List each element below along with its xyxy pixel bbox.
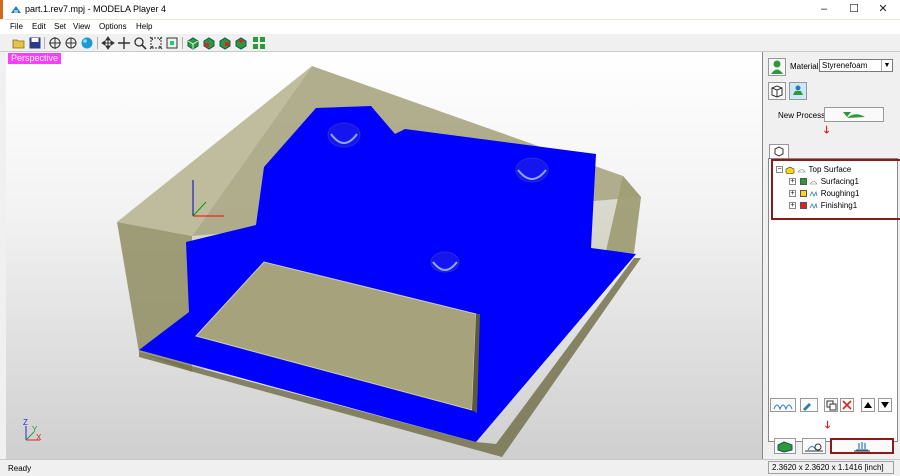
flow-arrow-icon: 🡓 — [825, 420, 831, 431]
toolbar-separator — [97, 37, 98, 49]
toolbar-separator — [44, 37, 45, 49]
view-center-icon[interactable] — [48, 36, 62, 50]
new-process-button[interactable] — [824, 107, 884, 122]
view-front-icon[interactable] — [202, 36, 216, 50]
tree-item-label: Finishing1 — [820, 201, 858, 210]
toolbar-separator — [182, 37, 183, 49]
tree-root-label: Top Surface — [808, 165, 852, 174]
grid-view-icon[interactable] — [252, 36, 266, 50]
edit-process-button[interactable] — [800, 398, 818, 412]
view-top-icon[interactable] — [234, 36, 248, 50]
expand-icon[interactable]: + — [789, 190, 796, 198]
cut-icon — [854, 442, 870, 452]
roughing-icon — [810, 190, 818, 197]
title-bar: part.1.rev7.mpj - MODELA Player 4 – ☐ ✕ — [0, 0, 900, 19]
view-mode-label: Perspective — [8, 53, 62, 64]
material-select[interactable]: Styrenefoam ▼ — [819, 59, 893, 72]
preview-cutting-button[interactable] — [774, 438, 796, 454]
view-side-icon[interactable] — [218, 36, 232, 50]
edit-icon — [803, 403, 811, 411]
expand-icon[interactable]: + — [789, 178, 796, 186]
material-value: Styrenefoam — [822, 61, 868, 70]
surfacing-icon — [809, 181, 818, 185]
app-icon — [10, 4, 22, 17]
new-process-icon — [843, 112, 865, 118]
menu-edit[interactable]: Edit — [32, 22, 46, 31]
fit-icon[interactable] — [149, 36, 163, 50]
menu-help[interactable]: Help — [136, 22, 152, 31]
tree-item-roughing[interactable]: + Roughing1 — [789, 189, 859, 198]
process-checkbox[interactable] — [800, 202, 808, 210]
move-up-button[interactable] — [861, 398, 875, 412]
status-bar: Ready 2.3620 x 2.3620 x 1.1416 [inch] — [0, 459, 900, 476]
tab-process-tree[interactable] — [769, 144, 789, 158]
move-down-button[interactable] — [878, 398, 892, 412]
view-iso-icon[interactable] — [186, 36, 200, 50]
main-toolbar — [0, 34, 900, 52]
model-render — [117, 66, 641, 457]
material-user-icon[interactable] — [768, 58, 786, 76]
cutting-simulation-button[interactable] — [802, 438, 826, 454]
save-icon[interactable] — [28, 36, 42, 50]
copy-icon — [826, 400, 837, 411]
tree-root-row[interactable]: − Top Surface — [776, 165, 852, 175]
3d-viewport[interactable]: Perspective Z Y X — [6, 52, 763, 459]
zoom-icon[interactable] — [133, 36, 147, 50]
menu-options[interactable]: Options — [99, 22, 127, 31]
minimize-button[interactable]: – — [809, 0, 839, 19]
process-checkbox[interactable] — [800, 190, 808, 198]
cut-preview-icon — [777, 441, 793, 453]
stock-box-icon — [785, 166, 795, 175]
menu-bar: File Edit Set View Options Help — [0, 19, 900, 34]
zoom-window-icon[interactable] — [165, 36, 179, 50]
menu-view[interactable]: View — [73, 22, 90, 31]
simulation-icon — [805, 443, 823, 452]
cut-button[interactable] — [830, 438, 894, 454]
delete-icon — [842, 400, 852, 410]
stock-size-readout: 2.3620 x 2.3620 x 1.1416 [inch] — [768, 461, 894, 474]
view-rotate-icon[interactable] — [64, 36, 78, 50]
maximize-button[interactable]: ☐ — [839, 0, 869, 19]
model-box-icon[interactable] — [768, 82, 786, 100]
tree-item-surfacing[interactable]: + Surfacing1 — [789, 177, 859, 186]
menu-set[interactable]: Set — [54, 22, 66, 31]
status-text: Ready — [8, 464, 32, 473]
tree-item-label: Surfacing1 — [820, 177, 859, 186]
expand-icon[interactable]: + — [789, 202, 796, 210]
process-checkbox[interactable] — [800, 178, 808, 186]
collapse-icon[interactable]: − — [776, 166, 783, 174]
surface-icon — [797, 169, 806, 173]
delete-button[interactable] — [840, 398, 854, 412]
material-label: Material — [790, 62, 819, 71]
toolpath-preview-button[interactable] — [770, 398, 796, 412]
axis-triad-icon — [25, 426, 40, 441]
view-sphere-icon[interactable] — [80, 36, 94, 50]
pan-icon[interactable] — [101, 36, 115, 50]
arrow-up-icon — [864, 402, 872, 408]
modeling-icon[interactable] — [789, 82, 807, 100]
open-icon[interactable] — [12, 36, 26, 50]
window-title: part.1.rev7.mpj - MODELA Player 4 — [25, 4, 167, 14]
new-process-label: New Process — [778, 111, 826, 120]
tree-item-finishing[interactable]: + Finishing1 — [789, 201, 857, 210]
copy-button[interactable] — [824, 398, 838, 412]
toolpath-icon — [773, 404, 793, 411]
chevron-down-icon[interactable]: ▼ — [881, 60, 892, 71]
tree-item-label: Roughing1 — [820, 189, 860, 198]
move-icon[interactable] — [117, 36, 131, 50]
finishing-icon — [810, 202, 818, 209]
flow-arrow-icon: 🡓 — [824, 125, 830, 136]
process-panel: Material Styrenefoam ▼ New Process 🡓 − T… — [764, 52, 900, 459]
window-accent — [0, 0, 3, 19]
close-button[interactable]: ✕ — [868, 0, 898, 19]
arrow-down-icon — [881, 402, 889, 408]
menu-file[interactable]: File — [10, 22, 23, 31]
